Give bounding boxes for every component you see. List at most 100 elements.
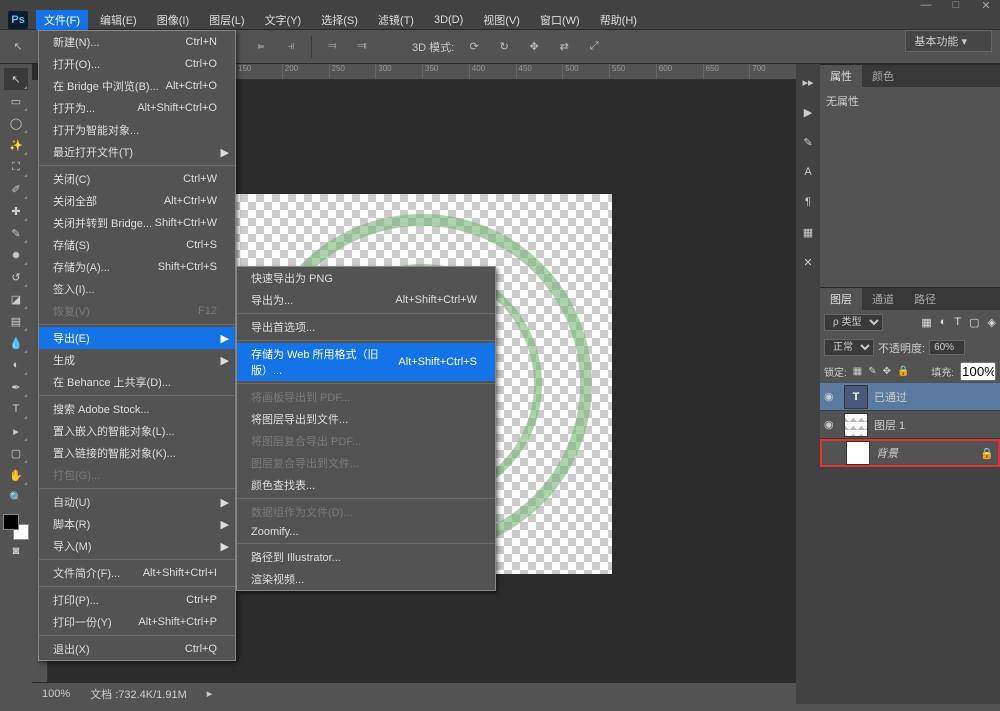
move-tool-preset[interactable]: ↖ xyxy=(8,37,28,57)
paragraph-panel-icon[interactable]: ¶ xyxy=(800,194,816,210)
menu-help[interactable]: 帮助(H) xyxy=(592,10,645,30)
filter-smart-icon[interactable]: ◈ xyxy=(988,316,996,329)
layer-row[interactable]: ◉ 图层 1 xyxy=(820,411,1000,439)
close-panel-icon[interactable]: ✕ xyxy=(800,254,816,270)
file-menu-item[interactable]: 最近打开文件(T)▶ xyxy=(39,141,235,163)
export-submenu-item[interactable]: 导出为...Alt+Shift+Ctrl+W xyxy=(237,289,495,311)
maximize-button[interactable]: □ xyxy=(950,0,962,10)
lock-all-icon[interactable]: 🔒 xyxy=(897,366,909,377)
menu-select[interactable]: 选择(S) xyxy=(313,10,366,30)
file-menu-item[interactable]: 存储为(A)...Shift+Ctrl+S xyxy=(39,256,235,278)
distribute-v-icon[interactable]: ⫥ xyxy=(352,37,372,57)
layer-row-background[interactable]: 背景 🔒 xyxy=(820,439,1000,467)
align-bottom-icon[interactable]: ⫣ xyxy=(281,37,301,57)
path-selection-tool[interactable]: ▸ xyxy=(4,420,28,442)
layer-row[interactable]: ◉ T 已通过 xyxy=(820,383,1000,411)
layer-thumbnail[interactable] xyxy=(846,441,870,465)
file-menu-item[interactable]: 置入嵌入的智能对象(L)... xyxy=(39,420,235,442)
orbit-3d-icon[interactable]: ⟳ xyxy=(464,37,484,57)
layer-name[interactable]: 背景 xyxy=(876,445,898,461)
export-submenu-item[interactable]: 导出首选项... xyxy=(237,316,495,338)
filter-type-icon[interactable]: T xyxy=(954,316,961,329)
brush-tool[interactable]: ✎ xyxy=(4,222,28,244)
filter-adjust-icon[interactable]: ◐ xyxy=(940,316,947,329)
close-button[interactable]: ✕ xyxy=(980,0,992,10)
export-submenu-item[interactable]: Zoomify... xyxy=(237,523,495,541)
slide-3d-icon[interactable]: ⇄ xyxy=(554,37,574,57)
color-swatches[interactable] xyxy=(3,514,29,540)
export-submenu-item[interactable]: 快速导出为 PNG xyxy=(237,267,495,289)
swatches-panel-icon[interactable]: ▦ xyxy=(800,224,816,240)
file-menu-item[interactable]: 打开为...Alt+Shift+Ctrl+O xyxy=(39,97,235,119)
tab-paths[interactable]: 路径 xyxy=(904,288,946,310)
file-menu-item[interactable]: 打开为智能对象... xyxy=(39,119,235,141)
file-menu-item[interactable]: 文件简介(F)...Alt+Shift+Ctrl+I xyxy=(39,562,235,584)
tab-channels[interactable]: 通道 xyxy=(862,288,904,310)
menu-view[interactable]: 视图(V) xyxy=(475,10,528,30)
workspace-switcher[interactable]: 基本功能 ▾ xyxy=(905,30,992,52)
zoom-tool[interactable]: 🔍 xyxy=(4,486,28,508)
type-tool[interactable]: T xyxy=(4,398,28,420)
file-menu-item[interactable]: 导出(E)▶ xyxy=(39,327,235,349)
file-menu-item[interactable]: 关闭全部Alt+Ctrl+W xyxy=(39,190,235,212)
file-menu-item[interactable]: 脚本(R)▶ xyxy=(39,513,235,535)
file-menu-item[interactable]: 置入链接的智能对象(K)... xyxy=(39,442,235,464)
layer-kind-filter[interactable]: ρ 类型 xyxy=(824,314,883,331)
crop-tool[interactable]: ⛶ xyxy=(4,156,28,178)
brushes-panel-icon[interactable]: ✎ xyxy=(800,134,816,150)
clone-stamp-tool[interactable]: ✹ xyxy=(4,244,28,266)
file-menu-item[interactable]: 在 Behance 上共享(D)... xyxy=(39,371,235,393)
menu-filter[interactable]: 滤镜(T) xyxy=(370,10,422,30)
layer-thumbnail[interactable] xyxy=(844,413,868,437)
healing-brush-tool[interactable]: ✚ xyxy=(4,200,28,222)
export-submenu-item[interactable]: 渲染视频... xyxy=(237,568,495,590)
magic-wand-tool[interactable]: ✨ xyxy=(4,134,28,156)
eyedropper-tool[interactable]: ✐ xyxy=(4,178,28,200)
filter-pixel-icon[interactable]: ▦ xyxy=(921,316,931,329)
character-panel-icon[interactable]: A xyxy=(800,164,816,180)
menu-file[interactable]: 文件(F) xyxy=(36,10,88,30)
menu-3d[interactable]: 3D(D) xyxy=(426,12,471,28)
export-submenu-item[interactable]: 颜色查找表... xyxy=(237,474,495,496)
file-menu-item[interactable]: 存储(S)Ctrl+S xyxy=(39,234,235,256)
menu-window[interactable]: 窗口(W) xyxy=(532,10,588,30)
history-panel-icon[interactable]: ▸▸ xyxy=(800,74,816,90)
file-menu-item[interactable]: 自动(U)▶ xyxy=(39,491,235,513)
file-menu-item[interactable]: 新建(N)...Ctrl+N xyxy=(39,31,235,53)
pen-tool[interactable]: ✒ xyxy=(4,376,28,398)
file-menu-item[interactable]: 打开(O)...Ctrl+O xyxy=(39,53,235,75)
menu-image[interactable]: 图像(I) xyxy=(149,10,197,30)
menu-edit[interactable]: 编辑(E) xyxy=(92,10,145,30)
zoom-level[interactable]: 100% xyxy=(42,688,70,700)
tab-properties[interactable]: 属性 xyxy=(820,65,862,87)
file-menu-item[interactable]: 签入(I)... xyxy=(39,278,235,300)
eraser-tool[interactable]: ◪ xyxy=(4,288,28,310)
blend-mode-select[interactable]: 正常 xyxy=(824,339,874,356)
file-menu-item[interactable]: 关闭并转到 Bridge...Shift+Ctrl+W xyxy=(39,212,235,234)
distribute-h-icon[interactable]: ⫤ xyxy=(322,37,342,57)
lock-position-icon[interactable]: ✥ xyxy=(883,366,891,377)
move-tool[interactable]: ↖ xyxy=(4,68,28,90)
roll-3d-icon[interactable]: ↻ xyxy=(494,37,514,57)
doc-size-arrow[interactable]: ▸ xyxy=(207,687,213,700)
layer-name[interactable]: 已通过 xyxy=(874,389,907,405)
export-submenu-item[interactable]: 路径到 Illustrator... xyxy=(237,546,495,568)
rectangle-tool[interactable]: ▢ xyxy=(4,442,28,464)
file-menu-item[interactable]: 生成▶ xyxy=(39,349,235,371)
align-middle-icon[interactable]: ⫢ xyxy=(251,37,271,57)
filter-shape-icon[interactable]: ▢ xyxy=(969,316,979,329)
marquee-tool[interactable]: ▭ xyxy=(4,90,28,112)
layer-name[interactable]: 图层 1 xyxy=(874,417,905,433)
export-submenu-item[interactable]: 将图层导出到文件... xyxy=(237,408,495,430)
lock-image-icon[interactable]: ✎ xyxy=(868,366,876,377)
visibility-toggle[interactable]: ◉ xyxy=(824,418,838,431)
hand-tool[interactable]: ✋ xyxy=(4,464,28,486)
export-submenu-item[interactable]: 存储为 Web 所用格式（旧版）...Alt+Shift+Ctrl+S xyxy=(237,343,495,381)
file-menu-item[interactable]: 打印(P)...Ctrl+P xyxy=(39,589,235,611)
lock-transparency-icon[interactable]: ▦ xyxy=(853,366,862,377)
file-menu-item[interactable]: 导入(M)▶ xyxy=(39,535,235,557)
file-menu-item[interactable]: 搜索 Adobe Stock... xyxy=(39,398,235,420)
gradient-tool[interactable]: ▤ xyxy=(4,310,28,332)
lasso-tool[interactable]: ◯ xyxy=(4,112,28,134)
tab-layers[interactable]: 图层 xyxy=(820,288,862,310)
